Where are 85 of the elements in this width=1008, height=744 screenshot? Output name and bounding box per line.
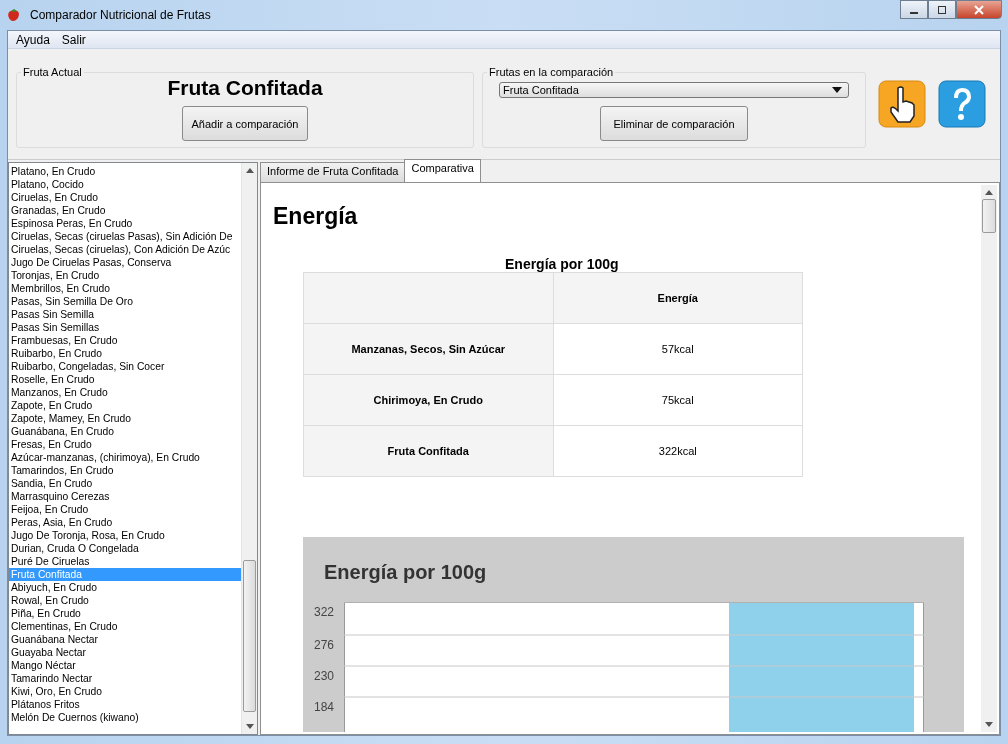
axis-tick-label: 322: [313, 605, 334, 619]
list-item[interactable]: Pasas Sin Semilla: [9, 308, 241, 321]
list-item[interactable]: Guanábana, En Crudo: [9, 425, 241, 438]
list-item[interactable]: Melón De Cuernos (kiwano): [9, 711, 241, 724]
close-icon: [973, 4, 985, 15]
list-item[interactable]: Platano, En Crudo: [9, 165, 241, 178]
list-item[interactable]: Granadas, En Crudo: [9, 204, 241, 217]
row-header: Fruta Confitada: [303, 425, 553, 477]
list-item[interactable]: Zapote, Mamey, En Crudo: [9, 412, 241, 425]
list-item[interactable]: Tamarindo Nectar: [9, 672, 241, 685]
list-item[interactable]: Guayaba Nectar: [9, 646, 241, 659]
fruit-dropdown[interactable]: Fruta Confitada: [499, 82, 849, 99]
list-item[interactable]: Platano, Cocido: [9, 178, 241, 191]
list-item[interactable]: Piña, En Crudo: [9, 607, 241, 620]
scroll-up-icon[interactable]: [245, 168, 254, 173]
help-icon[interactable]: [938, 80, 986, 128]
table-cell: 57kcal: [553, 323, 803, 375]
list-item[interactable]: Roselle, En Crudo: [9, 373, 241, 386]
list-item[interactable]: Fresas, En Crudo: [9, 438, 241, 451]
list-item[interactable]: Toronjas, En Crudo: [9, 269, 241, 282]
add-button[interactable]: Añadir a comparación: [182, 106, 308, 141]
scroll-thumb[interactable]: [243, 560, 256, 712]
window-title: Comparador Nutricional de Frutas: [30, 8, 211, 22]
scroll-down-icon[interactable]: [985, 722, 993, 727]
list-item[interactable]: Rowal, En Crudo: [9, 594, 241, 607]
column-header: Energía: [553, 272, 803, 324]
list-item[interactable]: Sandia, En Crudo: [9, 477, 241, 490]
list-item[interactable]: Pasas Sin Semillas: [9, 321, 241, 334]
table-cell: 322kcal: [553, 425, 803, 477]
maximize-icon: [936, 4, 948, 15]
list-item[interactable]: Jugo De Ciruelas Pasas, Conserva: [9, 256, 241, 269]
list-item[interactable]: Azúcar-manzanas, (chirimoya), En Crudo: [9, 451, 241, 464]
list-item[interactable]: Ciruelas, En Crudo: [9, 191, 241, 204]
list-item[interactable]: Pasas, Sin Semilla De Oro: [9, 295, 241, 308]
tab[interactable]: Comparativa: [404, 159, 481, 182]
chart-title: Energía por 100g: [324, 561, 488, 584]
list-item[interactable]: Marrasquino Cerezas: [9, 490, 241, 503]
strawberry-icon: [6, 7, 22, 23]
scrollbar[interactable]: [241, 163, 257, 734]
menu-item[interactable]: Salir: [57, 32, 90, 47]
list-item[interactable]: Peras, Asia, En Crudo: [9, 516, 241, 529]
axis-tick-label: 184: [313, 700, 334, 714]
group-label: Fruta Actual: [22, 66, 83, 78]
axis-tick-label: 276: [313, 638, 334, 652]
minimize-icon: [910, 11, 918, 14]
minimize-button[interactable]: [900, 0, 928, 19]
list-item[interactable]: Puré De Ciruelas: [9, 555, 241, 568]
list-item[interactable]: Tamarindos, En Crudo: [9, 464, 241, 477]
axis-tick-label: 230: [313, 669, 334, 683]
list-item[interactable]: Ruibarbo, En Crudo: [9, 347, 241, 360]
list-item[interactable]: Plátanos Fritos: [9, 698, 241, 711]
list-item[interactable]: Feijoa, En Crudo: [9, 503, 241, 516]
scroll-up-icon[interactable]: [985, 190, 993, 195]
hand-pointer-icon[interactable]: [878, 80, 926, 128]
section-heading: Energía: [273, 203, 359, 230]
table-title: Energía por 100g: [505, 256, 620, 272]
list-item[interactable]: Membrillos, En Crudo: [9, 282, 241, 295]
scroll-thumb[interactable]: [982, 199, 996, 233]
list-item[interactable]: Ruibarbo, Congeladas, Sin Cocer: [9, 360, 241, 373]
caret-icon: [832, 87, 842, 94]
list-item[interactable]: Ciruelas, Secas (ciruelas Pasas), Sin Adición De: [9, 230, 241, 243]
close-button[interactable]: [956, 0, 1002, 19]
scroll-down-icon[interactable]: [245, 724, 254, 729]
list-item[interactable]: Zapote, En Crudo: [9, 399, 241, 412]
row-header: Chirimoya, En Crudo: [303, 374, 553, 426]
row-header: Manzanas, Secos, Sin Azúcar: [303, 323, 553, 375]
remove-button[interactable]: Eliminar de comparación: [600, 106, 748, 141]
maximize-button[interactable]: [928, 0, 956, 19]
table-cell: 75kcal: [553, 374, 803, 426]
scrollbar[interactable]: [981, 185, 997, 732]
menu-item[interactable]: Ayuda: [12, 32, 54, 47]
list-item[interactable]: Frambuesas, En Crudo: [9, 334, 241, 347]
tab[interactable]: Informe de Fruta Confitada: [260, 162, 406, 182]
list-item[interactable]: Durian, Cruda O Congelada: [9, 542, 241, 555]
list-item[interactable]: Abiyuch, En Crudo: [9, 581, 241, 594]
group-label: Frutas en la comparación: [488, 66, 615, 78]
list-item[interactable]: Ciruelas, Secas (ciruelas), Con Adición De Azúc: [9, 243, 241, 256]
list-item[interactable]: Jugo De Toronja, Rosa, En Crudo: [9, 529, 241, 542]
fruit-name: Fruta Confitada: [167, 76, 323, 100]
list-item[interactable]: Espinosa Peras, En Crudo: [9, 217, 241, 230]
list-item[interactable]: Guanábana Nectar: [9, 633, 241, 646]
list-item[interactable]: Kiwi, Oro, En Crudo: [9, 685, 241, 698]
list-item[interactable]: Mango Néctar: [9, 659, 241, 672]
list-item[interactable]: Manzanos, En Crudo: [9, 386, 241, 399]
list-item[interactable]: Clementinas, En Crudo: [9, 620, 241, 633]
